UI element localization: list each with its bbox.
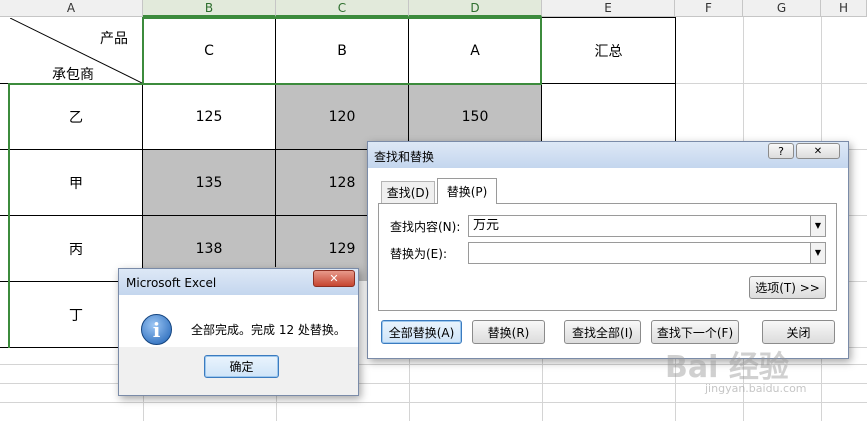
product-header-cell[interactable]: C [143, 18, 275, 83]
header-contractor-label: 承包商 [52, 67, 94, 83]
gridline [0, 402, 867, 403]
value-cell[interactable]: 120 [276, 84, 408, 149]
watermark-url: jingyan.baidu.com [705, 382, 807, 395]
value-cell[interactable]: 125 [143, 84, 275, 149]
column-header-d[interactable]: D [409, 0, 542, 17]
find-label: 查找内容(N): [390, 220, 461, 234]
find-what-value: 万元 [473, 218, 500, 233]
message-text: 全部完成。完成 12 处替换。 [191, 323, 346, 337]
chevron-down-icon[interactable]: ▼ [810, 243, 825, 263]
find-replace-dialog: 查找和替换 ? ✕ 查找(D) 替换(P) 查找内容(N): 万元 ▼ 替换为(… [367, 141, 849, 359]
find-all-button[interactable]: 查找全部(I) [564, 320, 641, 344]
message-box: Microsoft Excel ✕ i 全部完成。完成 12 处替换。 确定 [118, 268, 359, 396]
replace-all-button[interactable]: 全部替换(A) [381, 320, 462, 344]
find-replace-title: 查找和替换 [374, 150, 435, 164]
options-button[interactable]: 选项(T) >> [749, 276, 826, 299]
find-next-button[interactable]: 查找下一个(F) [651, 320, 739, 344]
column-header-h[interactable]: H [821, 0, 867, 17]
value-cell[interactable]: 135 [143, 150, 275, 215]
find-what-input[interactable]: 万元 ▼ [468, 215, 826, 237]
column-header-c[interactable]: C [276, 0, 409, 17]
replace-label: 替换为(E): [390, 247, 447, 261]
info-icon: i [141, 314, 172, 345]
column-header-e[interactable]: E [542, 0, 675, 17]
column-header-a[interactable]: A [0, 0, 143, 17]
gridline [676, 83, 867, 84]
value-cell[interactable]: 150 [409, 84, 541, 149]
product-header-cell[interactable]: A [409, 18, 541, 83]
ok-button[interactable]: 确定 [204, 355, 279, 378]
help-button[interactable]: ? [768, 143, 794, 159]
message-box-close-button[interactable]: ✕ [313, 270, 355, 287]
column-header-f[interactable]: F [675, 0, 743, 17]
dialog-close-button[interactable]: ✕ [796, 143, 840, 159]
summary-header-cell[interactable]: 汇总 [542, 18, 675, 83]
product-header-cell[interactable]: B [276, 18, 408, 83]
replace-button[interactable]: 替换(R) [472, 320, 545, 344]
tab-replace[interactable]: 替换(P) [437, 178, 497, 204]
table-border [675, 17, 676, 142]
column-header-b[interactable]: B [143, 0, 276, 17]
chevron-down-icon[interactable]: ▼ [810, 216, 825, 236]
contractor-cell[interactable]: 甲 [10, 150, 142, 215]
watermark-logo: Bai 经验 [665, 350, 789, 385]
tab-find[interactable]: 查找(D) [381, 181, 435, 203]
header-product-label: 产品 [100, 31, 128, 47]
contractor-cell[interactable]: 乙 [10, 84, 142, 149]
close-button[interactable]: 关闭 [762, 320, 835, 344]
replace-with-input[interactable]: ▼ [468, 242, 826, 264]
message-box-title: Microsoft Excel [126, 276, 217, 290]
column-header-g[interactable]: G [743, 0, 821, 17]
